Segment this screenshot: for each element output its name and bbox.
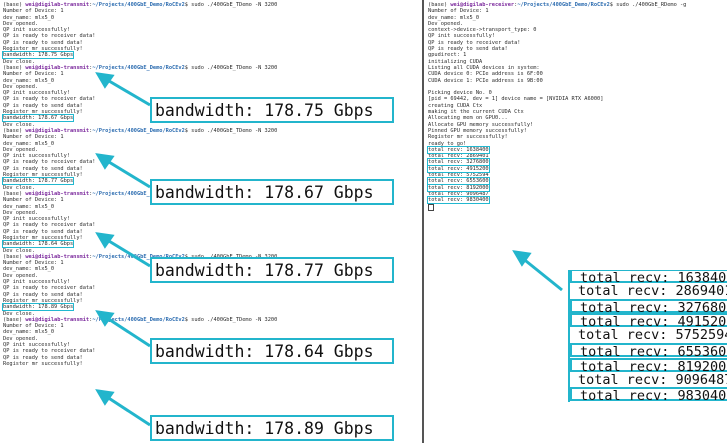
zoom-total-recv-line: total recv: 1638400 [570,270,727,285]
zoom-total-recv-line: total recv: 8192000 [570,357,727,374]
zoom-total-recv-line: total recv: 2869401 [578,282,727,299]
arrow-3-head [95,232,115,249]
bandwidth-callout-1: bandwidth: 178.75 Gbps [150,97,394,123]
arrow-6 [520,255,563,292]
arrow-4 [103,314,151,348]
bandwidth-callout-5: bandwidth: 178.89 Gbps [150,415,394,441]
bandwidth-callout-3: bandwidth: 178.77 Gbps [150,257,394,283]
arrow-1 [103,76,151,107]
arrow-2 [103,157,151,189]
zoom-total-recv-line: total recv: 6553600 [570,343,727,359]
arrow-1-head [95,72,115,89]
zoom-total-recv-line: total recv: 5752594 [578,327,727,344]
zoom-total-recv-line: total recv: 4915200 [570,313,727,329]
bandwidth-callout-4: bandwidth: 178.64 Gbps [150,338,394,364]
arrow-4-head [95,310,115,327]
arrow-5 [103,393,151,427]
bandwidth-callout-2: bandwidth: 178.67 Gbps [150,179,394,205]
arrow-5-head [95,389,115,406]
arrow-2-head [95,153,115,170]
zoom-total-recv-line: total recv: 9096487 [578,371,727,388]
zoom-total-recv-line: total recv: 3276800 [570,298,727,315]
arrow-3 [103,236,151,268]
zoom-total-recv-line: total recv: 9830400 [570,387,727,402]
total-recv-zoom-panel: total recv: 1638400 total recv: 2869401 to… [568,270,727,402]
